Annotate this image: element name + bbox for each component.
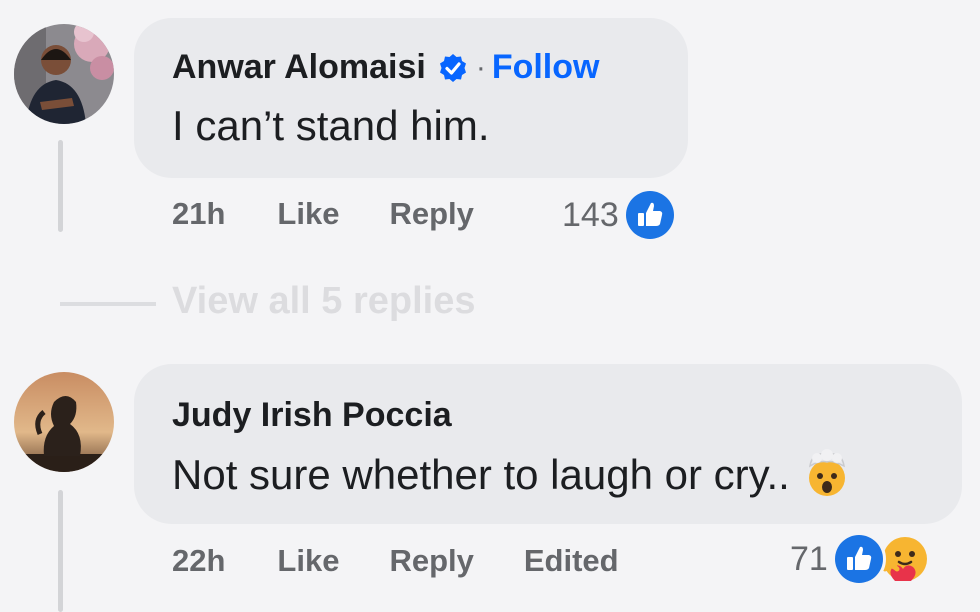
reaction-summary[interactable]: 71 bbox=[790, 532, 932, 586]
comment-actions: 21h Like Reply bbox=[172, 196, 524, 232]
edited-label: Edited bbox=[523, 543, 619, 578]
comment-header: Judy Irish Poccia bbox=[172, 396, 452, 435]
timestamp[interactable]: 21h bbox=[172, 196, 225, 232]
follow-button[interactable]: Follow bbox=[492, 48, 600, 87]
reply-button[interactable]: Reply bbox=[389, 543, 473, 579]
thread-line bbox=[58, 140, 63, 232]
care-reaction-icon bbox=[877, 532, 932, 586]
author-name[interactable]: Anwar Alomaisi bbox=[172, 48, 426, 87]
comment-text: Not sure whether to laugh or cry.. bbox=[172, 448, 852, 508]
reaction-count: 71 bbox=[790, 539, 828, 578]
avatar-photo-man-flowers bbox=[14, 24, 114, 124]
mind-blown-emoji bbox=[802, 448, 852, 508]
comment-actions: 22h Like Reply Edited bbox=[172, 543, 669, 579]
timestamp[interactable]: 22h bbox=[172, 543, 225, 579]
separator-dot: · bbox=[475, 50, 486, 84]
reaction-summary[interactable]: 143 bbox=[562, 188, 677, 242]
comment-text: I can’t stand him. bbox=[172, 102, 490, 149]
like-reaction-icon bbox=[831, 532, 886, 586]
comment-bubble: Judy Irish Poccia Not sure whether to la… bbox=[134, 364, 962, 524]
comment-bubble: Anwar Alomaisi · Follow I can’t stand hi… bbox=[134, 18, 688, 178]
like-button[interactable]: Like bbox=[277, 543, 339, 579]
reaction-count: 143 bbox=[562, 195, 619, 234]
author-name[interactable]: Judy Irish Poccia bbox=[172, 396, 452, 435]
avatar[interactable] bbox=[14, 24, 114, 124]
avatar[interactable] bbox=[14, 372, 114, 472]
avatar-photo-woman-sunset bbox=[14, 372, 114, 472]
like-button[interactable]: Like bbox=[277, 196, 339, 232]
view-replies-link[interactable]: View all 5 replies bbox=[172, 280, 475, 323]
like-reaction-icon bbox=[622, 188, 677, 242]
comment-header: Anwar Alomaisi · Follow bbox=[172, 48, 599, 87]
reply-button[interactable]: Reply bbox=[389, 196, 473, 232]
comment-text-content: Not sure whether to laugh or cry.. bbox=[172, 451, 790, 499]
view-replies-connector bbox=[60, 302, 156, 306]
thread-line bbox=[58, 490, 63, 612]
verified-badge-icon bbox=[438, 53, 468, 83]
